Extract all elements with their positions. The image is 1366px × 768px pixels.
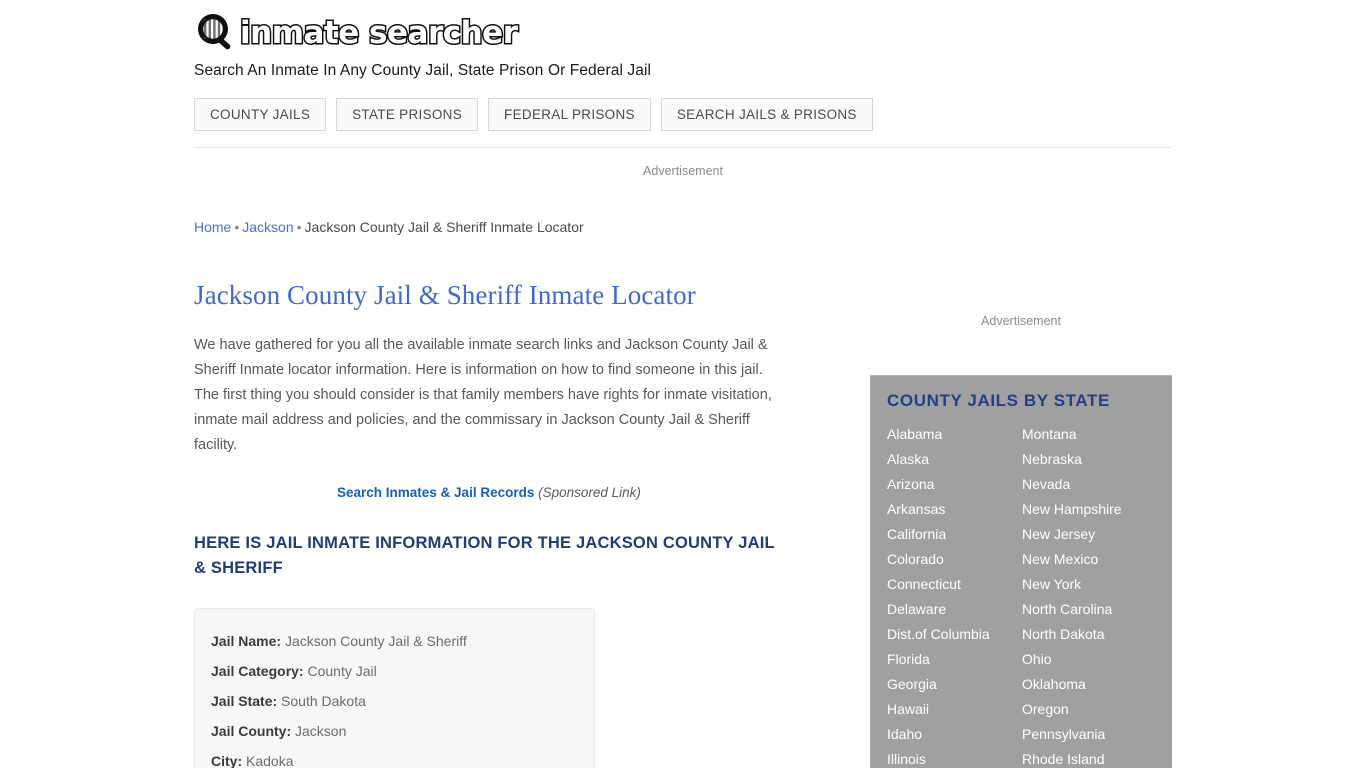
sidebar-title: COUNTY JAILS BY STATE xyxy=(887,391,1110,410)
state-link-oklahoma[interactable]: Oklahoma xyxy=(1022,672,1156,697)
info-label-jail-name: Jail Name: xyxy=(211,633,282,649)
info-value-city: Kadoka xyxy=(246,753,294,768)
state-link-georgia[interactable]: Georgia xyxy=(887,672,1022,697)
info-value-jail-state: South Dakota xyxy=(281,693,366,709)
main-navigation: COUNTY JAILS STATE PRISONS FEDERAL PRISO… xyxy=(194,98,873,131)
state-link-idaho[interactable]: Idaho xyxy=(887,722,1022,747)
site-header: inmate searcher Search An Inmate In Any … xyxy=(194,10,1172,80)
nav-item-search-jails-prisons[interactable]: SEARCH JAILS & PRISONS xyxy=(660,98,873,131)
state-column-right: Montana Nebraska Nevada New Hampshire New Je… xyxy=(1022,422,1156,768)
state-link-hawaii[interactable]: Hawaii xyxy=(887,697,1022,722)
breadcrumb-home-link[interactable]: Home xyxy=(194,219,231,235)
breadcrumb-separator-2: • xyxy=(296,219,302,235)
sidebar-county-jails-by-state: COUNTY JAILS BY STATE Alabama Alaska Arizo… xyxy=(870,375,1172,768)
state-link-pennsylvania[interactable]: Pennsylvania xyxy=(1022,722,1156,747)
state-link-new-jersey[interactable]: New Jersey xyxy=(1022,522,1156,547)
main-content: Home • Jackson • Jackson County Jail & Sheri… xyxy=(194,218,794,768)
state-link-ohio[interactable]: Ohio xyxy=(1022,647,1156,672)
page-title: Jackson County Jail & Sheriff Inmate Loc… xyxy=(194,280,696,310)
state-link-north-dakota[interactable]: North Dakota xyxy=(1022,622,1156,647)
state-links-grid: Alabama Alaska Arizona Arkansas California Co… xyxy=(887,422,1172,768)
info-row-jail-county: Jail County: Jackson xyxy=(211,716,578,746)
state-link-alabama[interactable]: Alabama xyxy=(887,422,1022,447)
info-value-jail-county: Jackson xyxy=(295,723,347,739)
info-value-jail-name: Jackson County Jail & Sheriff xyxy=(284,633,467,649)
sidebar-advertisement-label: Advertisement xyxy=(981,314,1061,328)
info-label-city: City: xyxy=(211,753,243,768)
state-column-left: Alabama Alaska Arizona Arkansas California Co… xyxy=(887,422,1022,768)
breadcrumb-separator-1: • xyxy=(234,219,240,235)
state-link-nevada[interactable]: Nevada xyxy=(1022,472,1156,497)
state-link-oregon[interactable]: Oregon xyxy=(1022,697,1156,722)
site-logo[interactable]: inmate searcher xyxy=(194,10,1172,56)
breadcrumb: Home • Jackson • Jackson County Jail & Sheri… xyxy=(194,218,794,236)
state-link-north-carolina[interactable]: North Carolina xyxy=(1022,597,1156,622)
nav-item-county-jails[interactable]: COUNTY JAILS xyxy=(194,98,327,131)
state-link-montana[interactable]: Montana xyxy=(1022,422,1156,447)
state-link-dist-of-columbia[interactable]: Dist.of Columbia xyxy=(887,622,1022,647)
state-link-arkansas[interactable]: Arkansas xyxy=(887,497,1022,522)
state-link-california[interactable]: California xyxy=(887,522,1022,547)
info-row-jail-state: Jail State: South Dakota xyxy=(211,686,578,716)
state-link-colorado[interactable]: Colorado xyxy=(887,547,1022,572)
state-link-new-hampshire[interactable]: New Hampshire xyxy=(1022,497,1156,522)
state-link-alaska[interactable]: Alaska xyxy=(887,447,1022,472)
state-link-florida[interactable]: Florida xyxy=(887,647,1022,672)
nav-item-state-prisons[interactable]: STATE PRISONS xyxy=(336,98,479,131)
state-link-arizona[interactable]: Arizona xyxy=(887,472,1022,497)
info-label-jail-county: Jail County: xyxy=(211,723,292,739)
header-divider xyxy=(194,147,1172,148)
state-link-illinois[interactable]: Illinois xyxy=(887,747,1022,768)
magnifier-prison-bars-icon xyxy=(194,11,238,55)
state-link-nebraska[interactable]: Nebraska xyxy=(1022,447,1156,472)
state-link-delaware[interactable]: Delaware xyxy=(887,597,1022,622)
sponsored-search-link[interactable]: Search Inmates & Jail Records xyxy=(337,485,534,500)
state-link-new-york[interactable]: New York xyxy=(1022,572,1156,597)
info-value-jail-category: County Jail xyxy=(307,663,377,679)
intro-paragraph: We have gathered for you all the availab… xyxy=(194,337,772,453)
sponsored-link-row: Search Inmates & Jail Records (Sponsored… xyxy=(194,484,794,502)
state-link-new-mexico[interactable]: New Mexico xyxy=(1022,547,1156,572)
state-link-connecticut[interactable]: Connecticut xyxy=(887,572,1022,597)
info-row-city: City: Kadoka xyxy=(211,746,578,768)
top-advertisement-label: Advertisement xyxy=(643,164,723,178)
site-logo-text: inmate searcher xyxy=(239,14,520,53)
info-label-jail-state: Jail State: xyxy=(211,693,278,709)
breadcrumb-current: Jackson County Jail & Sheriff Inmate Loc… xyxy=(304,219,584,235)
info-label-jail-category: Jail Category: xyxy=(211,663,304,679)
page-root: inmate searcher Search An Inmate In Any … xyxy=(0,0,1366,768)
jail-info-box: Jail Name: Jackson County Jail & Sheriff… xyxy=(194,608,595,768)
section-heading: HERE IS JAIL INMATE INFORMATION FOR THE … xyxy=(194,534,775,577)
nav-item-federal-prisons[interactable]: FEDERAL PRISONS xyxy=(488,98,651,131)
site-tagline: Search An Inmate In Any County Jail, Sta… xyxy=(194,62,652,79)
info-row-jail-name: Jail Name: Jackson County Jail & Sheriff xyxy=(211,626,578,656)
state-link-rhode-island[interactable]: Rhode Island xyxy=(1022,747,1156,768)
breadcrumb-county-link[interactable]: Jackson xyxy=(242,219,293,235)
sponsored-note: (Sponsored Link) xyxy=(538,485,641,500)
info-row-jail-category: Jail Category: County Jail xyxy=(211,656,578,686)
